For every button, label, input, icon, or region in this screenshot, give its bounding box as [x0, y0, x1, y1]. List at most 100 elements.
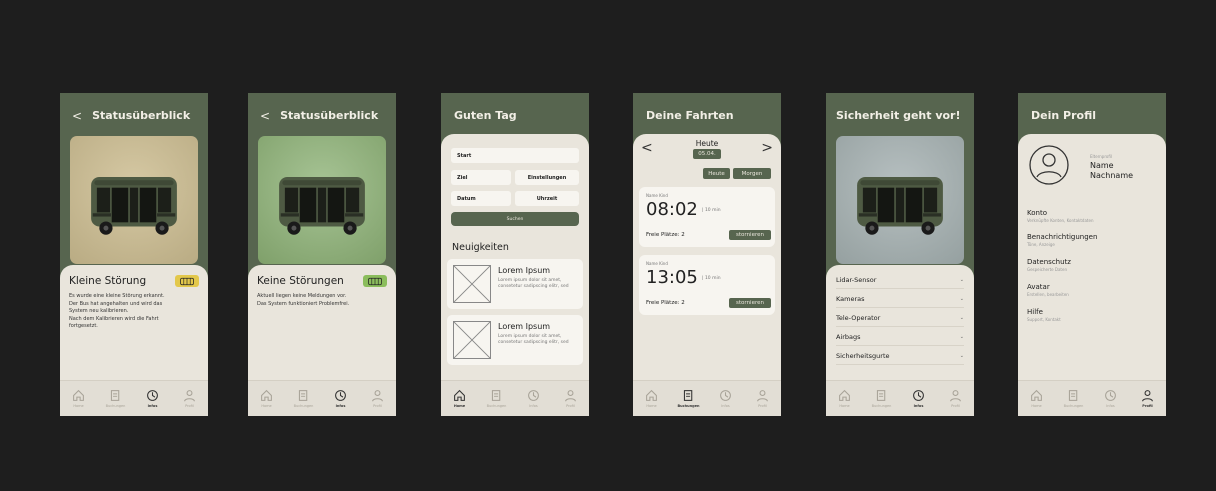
screen-rides: Deine Fahrten < > Heute 05.04. Heute Mor… [633, 93, 781, 416]
accordion-item[interactable]: Tele-Operator ⌄ [836, 309, 964, 327]
user-icon [564, 389, 577, 402]
date-input[interactable]: Datum [451, 191, 511, 206]
accordion-item[interactable]: Airbags ⌄ [836, 328, 964, 346]
bottom-nav: Home Buchungen Infos Profil [1018, 380, 1166, 416]
nav-infos[interactable]: Infos [711, 389, 741, 408]
header: Deine Fahrten [633, 93, 781, 138]
chevron-down-icon: ⌄ [959, 276, 964, 283]
accordion-item[interactable]: Lidar-Sensor ⌄ [836, 271, 964, 289]
profile-item-privacy[interactable]: Datenschutz Gespeicherte Daten [1027, 258, 1157, 272]
bottom-nav: Home Buchungen Infos Profil [248, 380, 396, 416]
status-badge [363, 275, 387, 287]
nav-home[interactable]: Home [830, 389, 860, 408]
header-title: Statusüberblick [280, 109, 379, 122]
start-input[interactable]: Start [451, 148, 579, 163]
nav-home[interactable]: Home [1022, 389, 1052, 408]
avatar-icon[interactable] [1028, 144, 1070, 186]
bus-icon [367, 277, 383, 286]
nav-profile[interactable]: Profil [748, 389, 778, 408]
nav-home[interactable]: Home [637, 389, 667, 408]
profile-item-konto[interactable]: Konto Verknüpfte Konten, Kontaktdaten [1027, 209, 1157, 223]
user-icon [756, 389, 769, 402]
header-title: Statusüberblick [92, 109, 191, 122]
clock-icon [719, 389, 732, 402]
header: < Statusüberblick [60, 93, 208, 138]
news-title: Neuigkeiten [452, 242, 509, 253]
profile-panel: Elternprofil Name Nachname Konto Verknüpf… [1018, 134, 1166, 380]
accordion-item[interactable]: Sicherheitsgurte ⌄ [836, 347, 964, 365]
header: < Statusüberblick [248, 93, 396, 138]
cancel-button[interactable]: stornieren [729, 298, 771, 308]
home-icon [453, 389, 466, 402]
nav-bookings[interactable]: Buchungen [1059, 389, 1089, 408]
back-arrow-icon[interactable]: < [72, 109, 82, 123]
nav-bookings[interactable]: Buchungen [101, 389, 131, 408]
bottom-nav: Home Buchungen Infos Profil [633, 380, 781, 416]
nav-home[interactable]: Home [445, 389, 475, 408]
status-badge [175, 275, 199, 287]
home-icon [1030, 389, 1043, 402]
settings-button[interactable]: Einstellungen [515, 170, 579, 185]
header-title: Guten Tag [454, 109, 517, 122]
home-icon [838, 389, 851, 402]
clock-icon [334, 389, 347, 402]
bus-icon [179, 277, 195, 286]
nav-bookings[interactable]: Buchungen [482, 389, 512, 408]
header: Guten Tag [441, 93, 589, 138]
nav-infos[interactable]: Infos [519, 389, 549, 408]
nav-infos[interactable]: Infos [904, 389, 934, 408]
bookings-icon [875, 389, 888, 402]
image-placeholder-icon [453, 321, 491, 359]
bottom-nav: Home Buchungen Infos Profil [60, 380, 208, 416]
search-button[interactable]: Suchen [451, 212, 579, 226]
today-button[interactable]: Heute [703, 168, 730, 179]
news-item[interactable]: Lorem Ipsum Lorem ipsum dolor sit amet, … [447, 259, 583, 309]
nav-bookings[interactable]: Buchungen [674, 389, 704, 408]
cancel-button[interactable]: stornieren [729, 230, 771, 240]
clock-icon [912, 389, 925, 402]
profile-item-avatar[interactable]: Avatar Erstellen, bearbeiten [1027, 283, 1157, 297]
ziel-input[interactable]: Ziel [451, 170, 511, 185]
screen-status-ok: < Statusüberblick Keine Störungen Aktuel… [248, 93, 396, 416]
time-input[interactable]: Uhrzeit [515, 191, 579, 206]
user-icon [371, 389, 384, 402]
nav-home[interactable]: Home [252, 389, 282, 408]
profile-item-notifications[interactable]: Benachrichtigungen Töne, Anzeige [1027, 233, 1157, 247]
home-icon [72, 389, 85, 402]
nav-profile[interactable]: Profil [556, 389, 586, 408]
bookings-icon [682, 389, 695, 402]
screen-safety: Sicherheit geht vor! Lidar-Sensor ⌄ Kamer… [826, 93, 974, 416]
status-panel: Keine Störungen Aktuell liegen keine Mel… [248, 265, 396, 380]
user-icon [1141, 389, 1154, 402]
back-arrow-icon[interactable]: < [260, 109, 270, 123]
nav-profile[interactable]: Profil [175, 389, 205, 408]
profile-item-help[interactable]: Hilfe Support, Kontakt [1027, 308, 1157, 322]
header-title: Sicherheit geht vor! [836, 109, 961, 122]
status-panel: Kleine Störung Es wurde eine kleine Stör… [60, 265, 208, 380]
nav-infos[interactable]: Infos [1096, 389, 1126, 408]
nav-bookings[interactable]: Buchungen [289, 389, 319, 408]
nav-profile[interactable]: Profil [363, 389, 393, 408]
bookings-icon [109, 389, 122, 402]
nav-bookings[interactable]: Buchungen [867, 389, 897, 408]
tomorrow-button[interactable]: Morgen [733, 168, 771, 179]
news-item[interactable]: Lorem Ipsum Lorem ipsum dolor sit amet, … [447, 315, 583, 365]
bottom-nav: Home Buchungen Infos Profil [826, 380, 974, 416]
nav-infos[interactable]: Infos [326, 389, 356, 408]
nav-profile[interactable]: Profil [941, 389, 971, 408]
status-description: Es wurde eine kleine Störung erkannt. De… [69, 293, 165, 329]
nav-infos[interactable]: Infos [138, 389, 168, 408]
chevron-down-icon: ⌄ [959, 352, 964, 359]
home-icon [645, 389, 658, 402]
bottom-nav: Home Buchungen Infos Profil [441, 380, 589, 416]
day-label: Heute [695, 139, 719, 148]
bookings-icon [1067, 389, 1080, 402]
ride-card[interactable]: Name Kind 08:02 | 10 min Freie Plätze: 2… [639, 187, 775, 247]
nav-profile[interactable]: Profil [1133, 389, 1163, 408]
nav-home[interactable]: Home [64, 389, 94, 408]
header-title: Deine Fahrten [646, 109, 734, 122]
safety-panel: Lidar-Sensor ⌄ Kameras ⌄ Tele-Operator ⌄ Ai… [826, 265, 974, 380]
accordion-item[interactable]: Kameras ⌄ [836, 290, 964, 308]
ride-card[interactable]: Name Kind 13:05 | 10 min Freie Plätze: 2… [639, 255, 775, 315]
header: Sicherheit geht vor! [826, 93, 974, 138]
